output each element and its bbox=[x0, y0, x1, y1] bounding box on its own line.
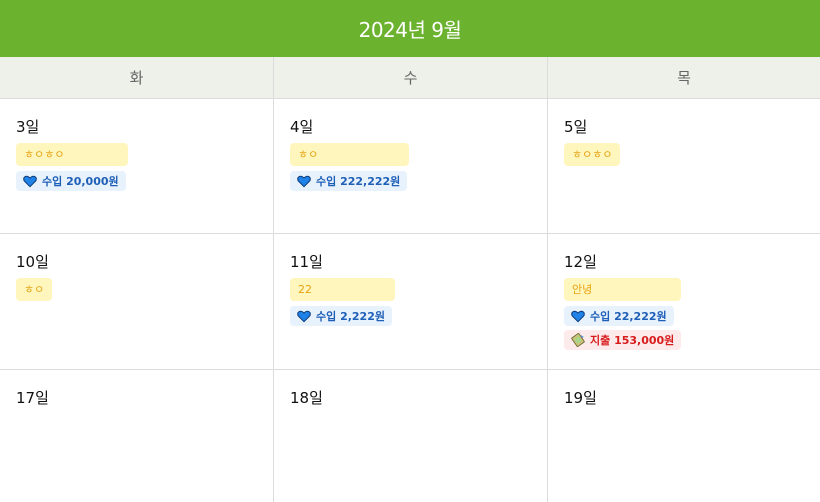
month-title: 2024년 9월 bbox=[358, 18, 462, 42]
memo-note[interactable]: ㅎㅇㅎㅇ bbox=[16, 143, 128, 166]
income-amount: 수입 2,222원 bbox=[316, 310, 385, 323]
expense-amount: 지출 153,000원 bbox=[590, 334, 675, 347]
income-amount: 수입 20,000원 bbox=[42, 175, 119, 188]
day-number: 17일 bbox=[16, 389, 49, 407]
memo-note[interactable]: ㅎㅇㅎㅇ bbox=[564, 143, 621, 166]
calendar-grid: 3일 ㅎㅇㅎㅇ 수입 20,000원 4일 ㅎㅇ 수입 222,222원 5일 … bbox=[0, 99, 820, 502]
day-number: 12일 bbox=[564, 253, 597, 271]
blue-heart-icon bbox=[297, 175, 311, 188]
memo-note[interactable]: ㅎㅇ bbox=[16, 278, 53, 301]
income-amount: 수입 222,222원 bbox=[316, 175, 401, 188]
money-icon bbox=[571, 333, 585, 347]
day-cell-3[interactable]: 3일 ㅎㅇㅎㅇ 수입 20,000원 bbox=[0, 99, 274, 234]
day-cell-10[interactable]: 10일 ㅎㅇ bbox=[0, 234, 274, 370]
day-cell-19[interactable]: 19일 bbox=[548, 370, 820, 502]
weekday-thu: 목 bbox=[677, 69, 691, 87]
day-number: 5일 bbox=[564, 118, 588, 136]
day-cell-18[interactable]: 18일 bbox=[274, 370, 548, 502]
day-cell-17[interactable]: 17일 bbox=[0, 370, 274, 502]
blue-heart-icon bbox=[571, 310, 585, 323]
day-cell-12[interactable]: 12일 안녕 수입 22,222원 지출 153,000원 bbox=[548, 234, 820, 370]
day-number: 4일 bbox=[290, 118, 314, 136]
day-number: 11일 bbox=[290, 253, 323, 271]
day-cell-4[interactable]: 4일 ㅎㅇ 수입 222,222원 bbox=[274, 99, 548, 234]
weekday-row: 화 수 목 bbox=[0, 57, 820, 99]
weekday-wed: 수 bbox=[274, 57, 548, 98]
income-tag[interactable]: 수입 20,000원 bbox=[16, 171, 126, 191]
day-number: 18일 bbox=[290, 389, 323, 407]
day-cell-11[interactable]: 11일 22 수입 2,222원 bbox=[274, 234, 548, 370]
expense-tag[interactable]: 지출 153,000원 bbox=[564, 330, 682, 350]
day-number: 19일 bbox=[564, 389, 597, 407]
income-tag[interactable]: 수입 2,222원 bbox=[290, 306, 392, 326]
income-tag[interactable]: 수입 222,222원 bbox=[290, 171, 408, 191]
memo-note[interactable]: 22 bbox=[290, 278, 395, 301]
memo-note[interactable]: 안녕 bbox=[564, 278, 681, 301]
calendar-header: 2024년 9월 bbox=[0, 0, 820, 57]
income-amount: 수입 22,222원 bbox=[590, 310, 667, 323]
blue-heart-icon bbox=[297, 310, 311, 323]
day-cell-5[interactable]: 5일 ㅎㅇㅎㅇ bbox=[548, 99, 820, 234]
blue-heart-icon bbox=[23, 175, 37, 188]
income-tag[interactable]: 수입 22,222원 bbox=[564, 306, 674, 326]
memo-note[interactable]: ㅎㅇ bbox=[290, 143, 409, 166]
weekday-tue: 화 bbox=[0, 57, 274, 98]
day-number: 10일 bbox=[16, 253, 49, 271]
day-number: 3일 bbox=[16, 118, 40, 136]
